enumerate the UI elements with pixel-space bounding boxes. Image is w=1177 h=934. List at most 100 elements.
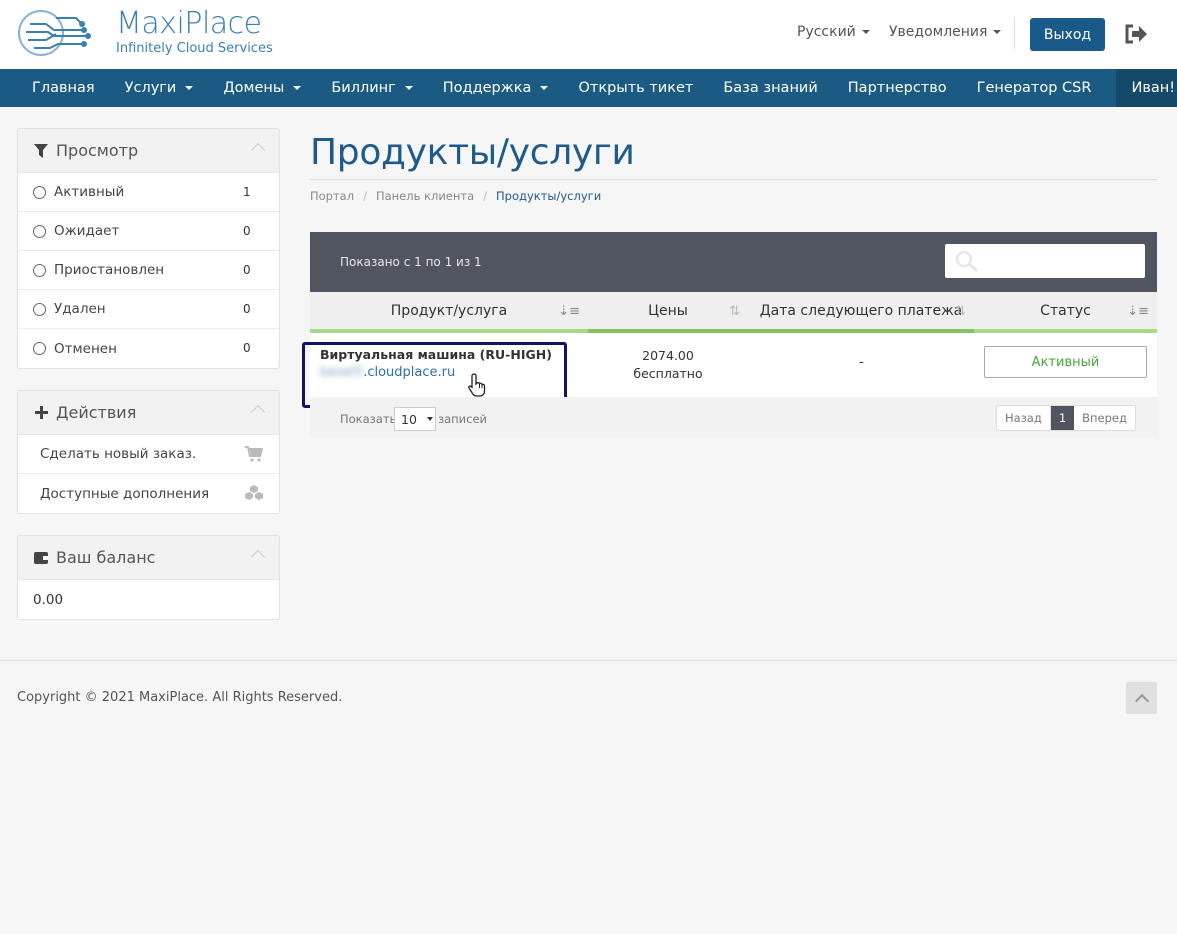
filter-suspended[interactable]: Приостановлен 0 <box>18 251 279 290</box>
action-addons[interactable]: Доступные дополнения <box>18 474 279 513</box>
language-label: Русский <box>797 24 856 40</box>
nav-item-user-menu[interactable]: Иван! <box>1116 69 1177 107</box>
radio-icon[interactable] <box>33 302 46 316</box>
language-dropdown[interactable]: Русский <box>797 24 870 40</box>
cart-icon <box>245 446 264 462</box>
pagination: Назад 1 Вперед <box>996 405 1136 431</box>
radio-icon[interactable] <box>33 263 46 277</box>
column-header-next-due[interactable]: Дата следующего платежа ⇅ <box>748 292 974 333</box>
radio-icon[interactable] <box>33 342 46 355</box>
nav-label: Главная <box>32 80 95 96</box>
filter-pending[interactable]: Ожидает 0 <box>18 212 279 251</box>
chevron-down-icon <box>993 30 1002 34</box>
column-header-price[interactable]: Цены ⇅ <box>588 292 748 333</box>
page-title: Продукты/услуги <box>310 132 635 173</box>
nav-label: Партнерство <box>847 80 947 96</box>
back-to-top-button[interactable] <box>1126 682 1157 714</box>
logout-button[interactable]: Выход <box>1030 18 1105 51</box>
chevron-up-icon[interactable] <box>250 549 266 565</box>
notifications-dropdown[interactable]: Уведомления <box>889 24 1002 40</box>
filter-terminated[interactable]: Удален 0 <box>18 290 279 329</box>
nav-item-affiliates[interactable]: Партнерство <box>833 69 962 107</box>
sign-out-icon[interactable] <box>1124 24 1148 44</box>
nav-item-home[interactable]: Главная <box>17 69 110 107</box>
filter-label: Удален <box>54 301 106 317</box>
filter-label: Приостановлен <box>54 262 165 278</box>
column-label: Дата следующего платежа <box>759 302 963 319</box>
actions-panel-title: Действия <box>56 403 137 422</box>
nav-item-services[interactable]: Услуги <box>110 69 209 107</box>
nav-item-billing[interactable]: Биллинг <box>316 69 427 107</box>
table-search-input[interactable] <box>945 244 1145 278</box>
logo[interactable]: MaxiPlace Infinitely Cloud Services <box>16 8 273 58</box>
filter-label: Ожидает <box>54 223 120 239</box>
nav-label: Открыть тикет <box>578 80 694 96</box>
nav-item-open-ticket[interactable]: Открыть тикет <box>563 69 708 107</box>
nav-label: База знаний <box>723 80 818 96</box>
actions-panel-header[interactable]: Действия <box>18 391 279 435</box>
breadcrumb-client-area[interactable]: Панель клиента <box>376 189 474 203</box>
filter-count: 0 <box>243 224 251 238</box>
filter-count: 1 <box>243 185 251 199</box>
copyright: Copyright © 2021 MaxiPlace. All Rights R… <box>17 690 343 705</box>
filter-icon <box>33 143 49 159</box>
billing-cycle: бесплатно <box>633 366 703 381</box>
chevron-down-icon <box>185 86 194 90</box>
pagination-page[interactable]: 1 <box>1050 406 1075 430</box>
notifications-label: Уведомления <box>889 24 988 40</box>
price-amount: 2074.00 <box>642 348 694 363</box>
nav-label: Домены <box>223 80 285 96</box>
chevron-down-icon <box>540 86 549 90</box>
column-header-product[interactable]: Продукт/услуга ⇣≡ <box>310 292 588 333</box>
nav-item-knowledgebase[interactable]: База знаний <box>708 69 832 107</box>
breadcrumb-separator: / <box>483 189 488 203</box>
action-label: Сделать новый заказ. <box>40 446 197 462</box>
logo-name: MaxiPlace <box>116 6 262 41</box>
pagination-next[interactable]: Вперед <box>1074 406 1135 430</box>
breadcrumb-current: Продукты/услуги <box>496 189 602 203</box>
column-label: Продукт/услуга <box>390 302 508 319</box>
nav-label: Биллинг <box>331 80 396 96</box>
filter-cancelled[interactable]: Отменен 0 <box>18 329 279 368</box>
filter-active[interactable]: Активный 1 <box>18 173 279 212</box>
table-toolbar: Показано с 1 по 1 из 1 <box>310 232 1157 292</box>
view-panel-header[interactable]: Просмотр <box>18 129 279 173</box>
per-page-select[interactable]: 10 <box>394 407 436 431</box>
nav-item-csr-generator[interactable]: Генератор CSR <box>962 69 1107 107</box>
chevron-down-icon <box>427 417 433 421</box>
radio-icon[interactable] <box>33 185 46 199</box>
chevron-up-icon[interactable] <box>250 404 266 420</box>
sort-asc-icon: ⇣≡ <box>1127 304 1149 319</box>
main-navbar: Главная Услуги Домены Биллинг Поддержка … <box>0 69 1177 107</box>
plus-icon <box>33 405 49 421</box>
wallet-icon <box>33 550 49 566</box>
filter-count: 0 <box>243 302 251 316</box>
chevron-up-icon[interactable] <box>250 142 266 158</box>
logo-circuit-icon <box>18 10 91 56</box>
breadcrumb-portal[interactable]: Портал <box>310 189 354 203</box>
nav-label: Услуги <box>124 80 177 96</box>
search-icon <box>955 250 979 276</box>
page-footer: Copyright © 2021 MaxiPlace. All Rights R… <box>0 660 1177 934</box>
nav-item-support[interactable]: Поддержка <box>428 69 564 107</box>
header-divider <box>1014 18 1015 50</box>
action-new-order[interactable]: Сделать новый заказ. <box>18 435 279 474</box>
logo-tagline: Infinitely Cloud Services <box>116 41 273 56</box>
balance-value: 0.00 <box>33 592 64 608</box>
next-due-date: - <box>859 355 864 370</box>
title-divider <box>310 179 1157 180</box>
breadcrumb: Портал / Панель клиента / Продукты/услуг… <box>310 189 601 203</box>
balance-panel-header[interactable]: Ваш баланс <box>18 536 279 580</box>
actions-panel: Действия Сделать новый заказ. Доступные … <box>17 390 280 514</box>
pagination-prev[interactable]: Назад <box>997 406 1051 430</box>
nav-label: Генератор CSR <box>976 80 1092 96</box>
radio-icon[interactable] <box>33 224 46 238</box>
table-header: Продукт/услуга ⇣≡ Цены ⇅ Дата следующего… <box>310 292 1157 333</box>
user-name: Иван! <box>1131 80 1176 96</box>
price-cell: 2074.00 бесплатно <box>588 347 748 383</box>
action-label: Доступные дополнения <box>40 485 210 502</box>
table-footer: Показать 10 записей Назад 1 Вперед <box>310 397 1157 437</box>
column-header-status[interactable]: Статус ⇣≡ <box>974 292 1157 333</box>
filter-label: Активный <box>54 184 125 200</box>
nav-item-domains[interactable]: Домены <box>208 69 316 107</box>
